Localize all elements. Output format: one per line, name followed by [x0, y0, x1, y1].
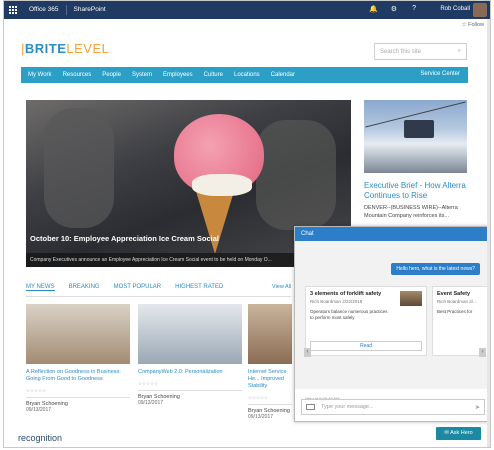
- office-suite-bar: Office 365 SharePoint 🔔 ⚙ ? Rob Coball: [4, 1, 490, 19]
- side-news-image[interactable]: [364, 100, 467, 173]
- nav-item-system[interactable]: System: [132, 72, 152, 78]
- news-card[interactable]: A Reflection on Goodness in Business: Go…: [26, 304, 130, 413]
- chat-news-card[interactable]: Event Safety Rich Boardman 2/... Best Pr…: [432, 286, 489, 356]
- help-icon[interactable]: ?: [412, 5, 416, 12]
- news-card-image[interactable]: [248, 304, 292, 364]
- news-card-date: 09/13/2017: [138, 400, 164, 406]
- office365-link[interactable]: Office 365: [22, 5, 67, 15]
- nav-item-my-work[interactable]: My Work: [28, 72, 52, 78]
- side-news-title[interactable]: Executive Brief - How Alterra Continues …: [364, 181, 468, 201]
- browser-frame: Office 365 SharePoint 🔔 ⚙ ? Rob Coball ☆…: [3, 0, 491, 448]
- scrollbar[interactable]: [487, 19, 490, 447]
- search-placeholder: Search this site: [380, 48, 422, 55]
- search-input[interactable]: Search this site ⌕: [374, 43, 467, 60]
- divider: [26, 397, 130, 398]
- site-logo[interactable]: |BRITELEVEL: [21, 41, 109, 56]
- news-card[interactable]: CompanyWeb 2.0: Personalization ☆☆☆☆☆ Br…: [138, 304, 242, 406]
- news-card-title[interactable]: A Reflection on Goodness in Business: Go…: [26, 369, 130, 383]
- nav-item-service-center[interactable]: Service Center: [420, 71, 460, 77]
- ask-hero-label: Ask Hero: [450, 430, 473, 436]
- chat-card-meta: Rich Boardman 2/...: [437, 299, 477, 304]
- news-card-image[interactable]: [26, 304, 130, 364]
- divider: [26, 296, 291, 297]
- chat-header: Chat: [295, 227, 489, 241]
- hero-title[interactable]: October 10: Employee Appreciation Ice Cr…: [30, 234, 219, 243]
- chat-card-desc: Operators balance numerous practices to …: [310, 309, 388, 320]
- tab-my-news[interactable]: MY NEWS: [26, 284, 55, 291]
- app-launcher-icon[interactable]: [4, 1, 22, 19]
- recognition-heading: recognition: [18, 433, 63, 443]
- news-card[interactable]: Internet Service He... Improved Stabilit…: [248, 304, 292, 420]
- chat-user-message: Hello hero, what is the latest news?: [391, 263, 480, 275]
- search-icon[interactable]: ⌕: [458, 48, 461, 55]
- image-upload-icon[interactable]: [306, 404, 315, 410]
- chat-card-title: Event Safety: [437, 291, 471, 297]
- chat-card-image: [400, 291, 422, 306]
- rating-icon[interactable]: ☆☆☆☆☆: [26, 388, 130, 394]
- tab-highest-rated[interactable]: HIGHEST RATED: [175, 284, 223, 291]
- nav-item-employees[interactable]: Employees: [163, 72, 193, 78]
- user-name[interactable]: Rob Coball: [440, 6, 470, 12]
- tab-most-popular[interactable]: MOST POPULAR: [114, 284, 162, 291]
- nav-item-people[interactable]: People: [102, 72, 121, 78]
- follow-button[interactable]: ☆ Follow: [462, 22, 484, 28]
- gear-icon[interactable]: ⚙: [391, 5, 397, 13]
- ice-cream-cone-image: [195, 188, 235, 254]
- top-navigation: My Work Resources People System Employee…: [21, 67, 468, 83]
- chat-card-desc: Best Practices for: [437, 309, 473, 314]
- bell-icon[interactable]: 🔔: [369, 5, 378, 13]
- side-news-excerpt: DENVER--(BUSINESS WIRE)--Alterra Mountai…: [364, 205, 458, 219]
- chat-message-input[interactable]: Type your message... ➤: [301, 399, 485, 415]
- sharepoint-link[interactable]: SharePoint: [67, 5, 113, 15]
- news-card-date: 09/13/2017: [26, 407, 52, 413]
- tram-image: [404, 120, 434, 138]
- ice-cream-scoop-image: [192, 174, 252, 196]
- carousel-prev-icon[interactable]: ‹: [304, 348, 311, 357]
- nav-item-calendar[interactable]: Calendar: [271, 72, 295, 78]
- rating-icon[interactable]: ☆☆☆☆☆: [138, 381, 242, 387]
- ask-hero-button[interactable]: ✉ Ask Hero: [436, 427, 481, 440]
- news-card-image[interactable]: [138, 304, 242, 364]
- tab-breaking[interactable]: BREAKING: [69, 284, 100, 291]
- carousel-next-icon[interactable]: ›: [479, 348, 486, 357]
- hero-image-bg: [44, 108, 114, 228]
- chat-input-placeholder: Type your message...: [321, 404, 374, 410]
- rating-icon[interactable]: ☆☆☆☆☆: [248, 395, 292, 401]
- news-card-date: 09/13/2017: [248, 414, 274, 420]
- news-card-title[interactable]: CompanyWeb 2.0: Personalization: [138, 369, 242, 376]
- divider: [248, 404, 292, 405]
- news-card-title[interactable]: Internet Service He... Improved Stabilit…: [248, 369, 292, 390]
- nav-item-resources[interactable]: Resources: [63, 72, 92, 78]
- chat-window: Chat Hello hero, what is the latest news…: [294, 226, 490, 422]
- nav-item-locations[interactable]: Locations: [234, 72, 260, 78]
- read-button[interactable]: Read: [310, 341, 422, 351]
- news-tabs: MY NEWS BREAKING MOST POPULAR HIGHEST RA…: [26, 284, 286, 291]
- avatar[interactable]: [473, 3, 487, 17]
- divider: [138, 390, 242, 391]
- view-all-link[interactable]: View All: [272, 284, 291, 290]
- chat-news-card[interactable]: 3 elements of forklift safety Rich Board…: [305, 286, 427, 356]
- send-icon[interactable]: ➤: [475, 404, 480, 411]
- hero-image-bg: [256, 120, 336, 230]
- chat-body: Hello hero, what is the latest news? 3 e…: [295, 241, 489, 401]
- nav-item-culture[interactable]: Culture: [204, 72, 223, 78]
